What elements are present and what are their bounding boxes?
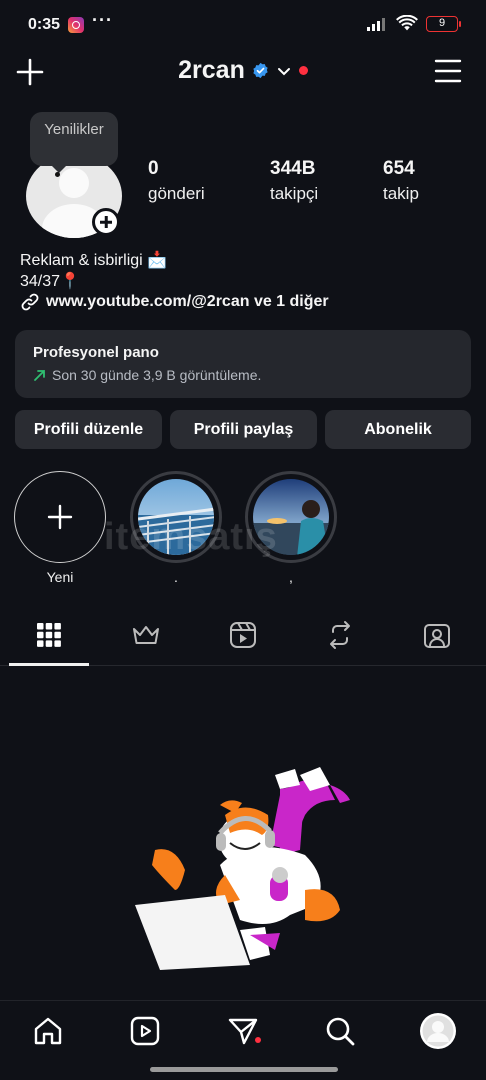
reels-icon[interactable]: [228, 620, 258, 650]
stat-followers-value: 344B: [270, 158, 316, 179]
stat-posts-value: 0: [148, 158, 159, 179]
stat-followers-label: takipçi: [270, 184, 319, 203]
signal-icon: [367, 18, 385, 31]
tooltip-dot: [55, 172, 60, 177]
crown-icon[interactable]: [131, 620, 161, 650]
share-profile-button[interactable]: Profili paylaş: [170, 410, 317, 449]
stat-followers[interactable]: 344B takipçi: [270, 158, 318, 204]
verified-icon: [253, 62, 268, 79]
profile-username[interactable]: 2rcan: [178, 56, 245, 85]
direct-messages-icon[interactable]: [227, 1015, 259, 1047]
dashboard-title: Profesyonel pano: [33, 344, 159, 361]
bio-line-1: Reklam & isbirligi 📩: [20, 252, 168, 269]
add-story-icon[interactable]: [92, 208, 120, 236]
watermark-logo: itemsatış: [104, 516, 278, 558]
highlight-label: Yeni: [46, 569, 74, 585]
status-time: 0:35: [28, 16, 61, 33]
highlight-label: ,: [289, 569, 293, 585]
wifi-icon: [396, 15, 418, 31]
profile-actions: Profili düzenle Profili paylaş Abonelik: [15, 410, 471, 449]
profile-content-tabs: [0, 612, 486, 666]
home-icon[interactable]: [32, 1015, 64, 1047]
instagram-icon: [68, 17, 84, 33]
profile-bio: Reklam & isbirligi 📩 34/37📍: [20, 250, 167, 292]
stat-posts-label: gönderi: [148, 184, 205, 203]
edit-profile-button[interactable]: Profili düzenle: [15, 410, 162, 449]
bio-line-2: 34/37📍: [20, 273, 80, 290]
highlight-label: .: [174, 569, 178, 585]
trend-up-arrow-icon: [34, 369, 45, 381]
reels-nav-icon[interactable]: [129, 1015, 161, 1047]
professional-dashboard-card[interactable]: Profesyonel pano Son 30 günde 3,9 B görü…: [15, 330, 471, 398]
more-notifications-icon: ···: [92, 10, 113, 30]
active-tab-indicator: [9, 663, 89, 666]
messages-notification-dot: [255, 1037, 261, 1043]
plus-icon: [47, 504, 73, 530]
empty-state-illustration: [135, 767, 350, 970]
status-bar: 0:35 ··· 9: [0, 0, 486, 48]
hamburger-menu-icon[interactable]: [434, 58, 462, 84]
search-icon[interactable]: [324, 1015, 356, 1047]
notification-dot: [298, 66, 308, 75]
account-switcher[interactable]: 2rcan: [0, 56, 486, 85]
stat-following[interactable]: 654 takip: [383, 158, 419, 204]
link-icon: [21, 293, 39, 311]
dashboard-subtitle: Son 30 günde 3,9 B görüntüleme.: [52, 367, 262, 383]
subscription-button[interactable]: Abonelik: [325, 410, 471, 449]
dashboard-subtitle-row: Son 30 günde 3,9 B görüntüleme.: [33, 367, 453, 383]
highlight-new[interactable]: Yeni: [14, 471, 106, 587]
battery-indicator: 9: [426, 16, 461, 32]
highlight-new-ring[interactable]: [14, 471, 106, 563]
grid-icon[interactable]: [34, 620, 64, 650]
reposts-icon[interactable]: [325, 620, 355, 650]
profile-link[interactable]: www.youtube.com/@2rcan ve 1 diğer: [20, 292, 329, 312]
stat-posts[interactable]: 0 gönderi: [148, 158, 205, 204]
chevron-down-icon[interactable]: [276, 63, 292, 79]
profile-link-text[interactable]: www.youtube.com/@2rcan ve 1 diğer: [46, 293, 329, 311]
profile-header: 2rcan: [0, 50, 486, 96]
tagged-icon[interactable]: [422, 620, 452, 650]
stat-following-value: 654: [383, 158, 415, 179]
stat-following-label: takip: [383, 184, 419, 203]
notes-tooltip[interactable]: Yenilikler: [30, 112, 118, 173]
gesture-home-indicator[interactable]: [150, 1067, 338, 1072]
profile-avatar-nav-icon[interactable]: [419, 1012, 457, 1050]
